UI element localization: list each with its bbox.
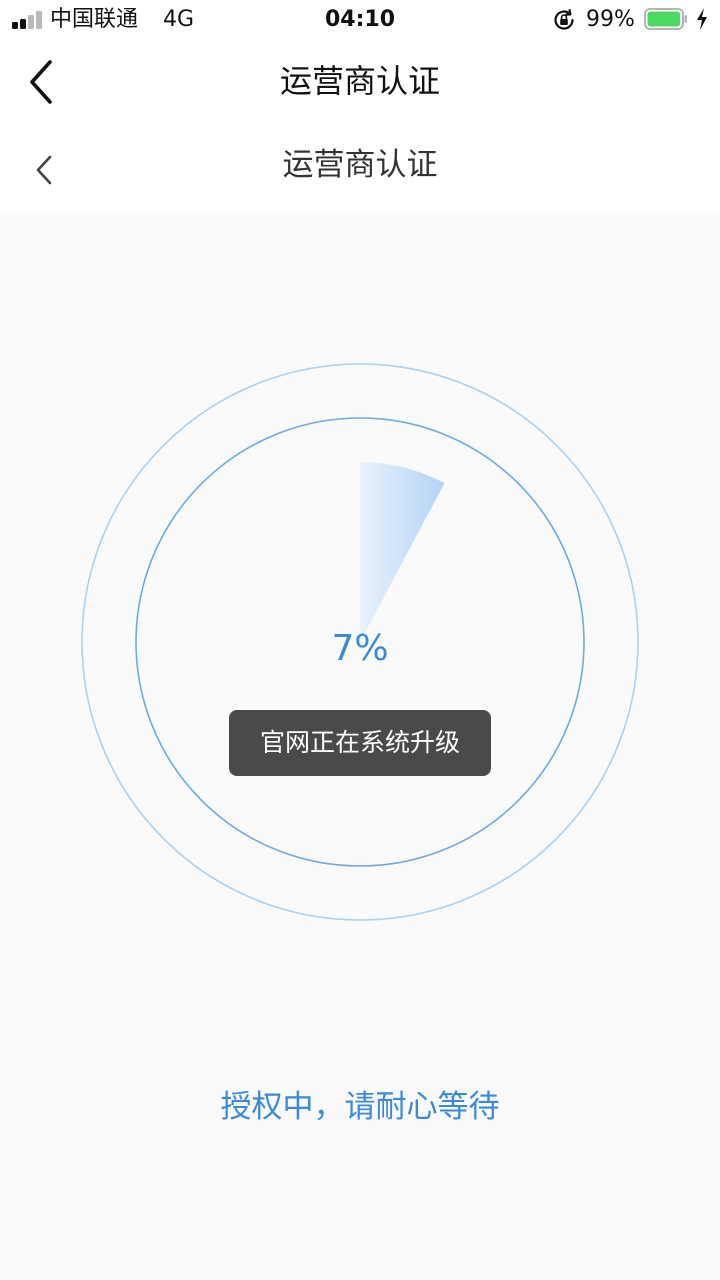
progress-percent: 7% [331,628,389,669]
battery-icon [644,8,687,30]
navigation-bar: 运营商认证 [0,40,720,124]
signal-icon [12,11,44,29]
progress-sector [360,462,445,642]
status-bar: 中国联通 4G 04:10 99% [0,0,720,40]
screen: 中国联通 4G 04:10 99% 运营商认证 运营商认证 7% 官网正在系统升… [0,0,720,1280]
page-title: 运营商认证 [279,62,440,100]
battery-percent: 99% [586,7,635,32]
authorization-status: 授权中，请耐心等待 [220,1089,500,1125]
network-type: 4G [163,7,195,32]
web-header: 运营商认证 [0,124,720,212]
web-header-title: 运营商认证 [282,147,438,183]
toast-message: 官网正在系统升级 [229,710,491,776]
progress-area: 7% 官网正在系统升级 授权中，请耐心等待 [0,212,720,1280]
charging-bolt-icon [697,8,707,30]
carrier-label: 中国联通 [50,7,139,32]
rotation-lock-icon [554,9,574,30]
